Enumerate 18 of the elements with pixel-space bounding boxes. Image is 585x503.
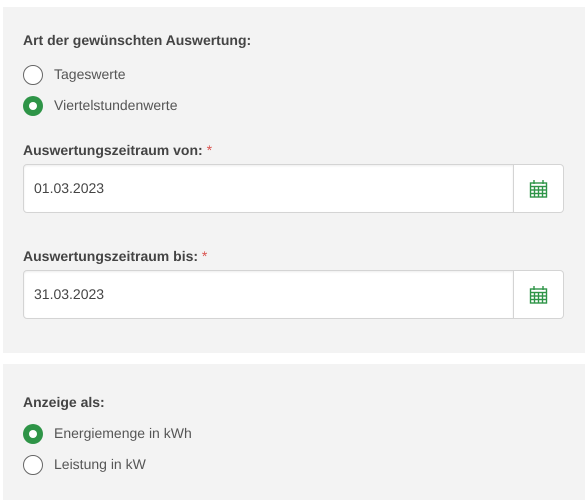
calendar-button[interactable] bbox=[514, 164, 564, 213]
section-label: Art der gewünschten Auswertung: bbox=[23, 31, 252, 48]
radio-button[interactable] bbox=[23, 454, 43, 474]
calendar-button[interactable] bbox=[514, 270, 564, 319]
radio-option[interactable]: Tageswerte bbox=[23, 59, 564, 90]
radio-option[interactable]: Energiemenge in kWh bbox=[23, 418, 585, 449]
radio-option[interactable]: Viertelstundenwerte bbox=[23, 90, 564, 121]
field-label: Auswertungszeitraum von: * bbox=[23, 141, 214, 158]
date-field[interactable]: 31.03.2023 bbox=[23, 270, 514, 319]
field-label: Auswertungszeitraum bis: * bbox=[23, 247, 208, 264]
calendar-icon bbox=[529, 285, 548, 304]
radio-option[interactable]: Leistung in kW bbox=[23, 449, 585, 480]
date-field[interactable]: 01.03.2023 bbox=[23, 164, 514, 213]
calendar-icon bbox=[529, 179, 548, 198]
radio-button[interactable] bbox=[23, 64, 43, 84]
radio-button[interactable] bbox=[23, 424, 43, 444]
section-label: Anzeige als: bbox=[23, 393, 106, 410]
radio-button[interactable] bbox=[23, 96, 43, 116]
